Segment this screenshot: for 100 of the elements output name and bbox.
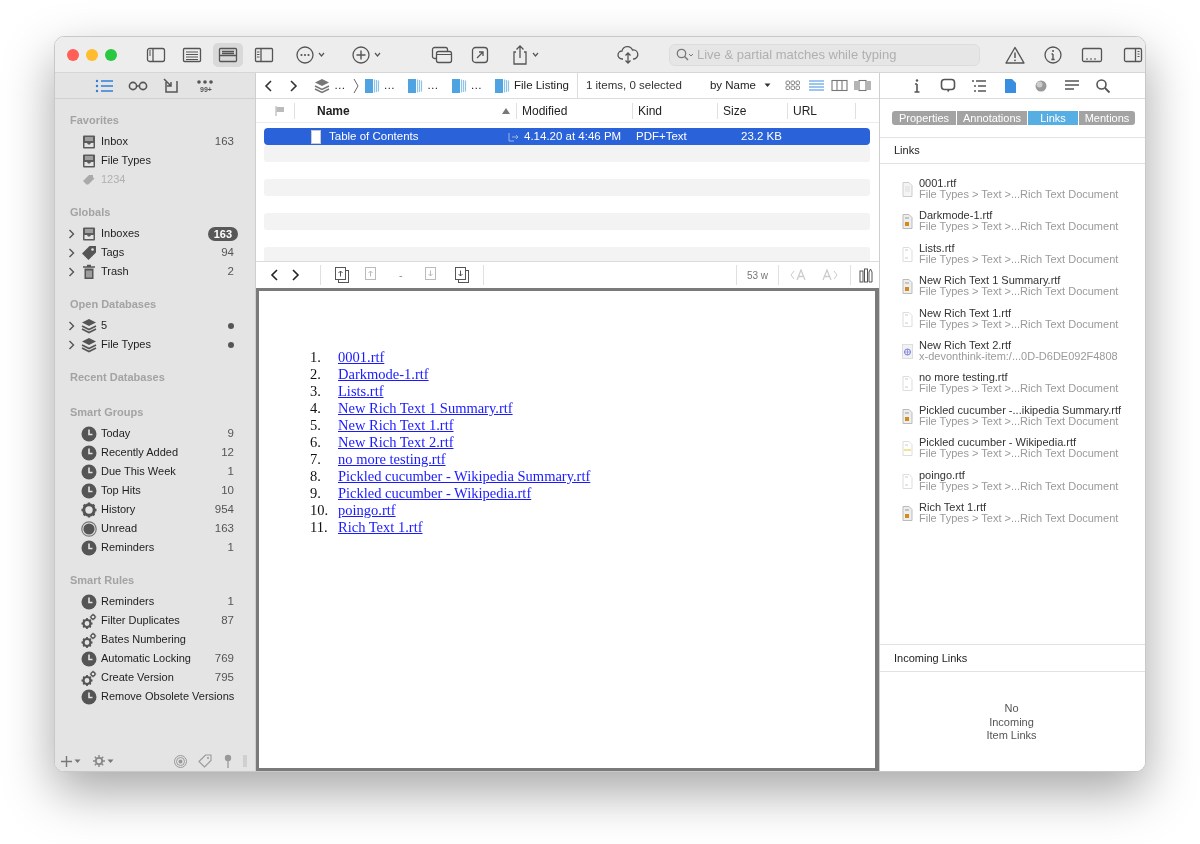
column-header[interactable]: Name bbox=[317, 101, 501, 120]
count: 2 bbox=[227, 263, 234, 279]
search-icon bbox=[676, 47, 694, 62]
sidebar-item[interactable]: Inboxes 163 bbox=[55, 224, 255, 243]
link-path: x-devonthink-item:/...0D-D6DE092F4808 bbox=[919, 350, 1118, 362]
link-path: File Types > Text >...Rich Text Document bbox=[919, 221, 1119, 233]
document-icon bbox=[902, 408, 913, 424]
sidebar-item[interactable]: Tags 94 bbox=[55, 243, 255, 262]
count: 87 bbox=[221, 612, 234, 628]
count: 163 bbox=[214, 520, 234, 536]
link-name: Lists.rtf bbox=[919, 241, 956, 254]
last-page-button[interactable] bbox=[454, 267, 469, 283]
sidebar-item[interactable]: Reminders 1 bbox=[55, 538, 255, 557]
path-item[interactable]: … bbox=[407, 75, 439, 96]
sidebar-item[interactable]: Trash 2 bbox=[55, 262, 255, 281]
link-item[interactable]: Rich Text 1.rtf File Types > Text >...Rich Text Document bbox=[902, 500, 1145, 524]
list-number: 10. bbox=[310, 500, 330, 520]
link-item[interactable]: New Rich Text 1 Summary.rtf File Types > Text >...Rich Text Document bbox=[902, 274, 1145, 298]
column-header[interactable]: Size bbox=[723, 101, 787, 120]
share-icon bbox=[511, 43, 529, 66]
clock-icon bbox=[81, 444, 97, 461]
path-item[interactable]: … bbox=[363, 75, 395, 96]
link-item[interactable]: no more testing.rtf File Types > Text >...Rich Text Document bbox=[902, 371, 1145, 395]
sidebar-item[interactable]: History 954 bbox=[55, 500, 255, 519]
link-path: File Types > Text >...Rich Text Document bbox=[919, 512, 1119, 524]
path-item[interactable]: … bbox=[450, 75, 482, 96]
column-header[interactable]: Kind bbox=[638, 101, 717, 120]
grid-icon bbox=[785, 78, 802, 93]
count: 12 bbox=[221, 444, 234, 460]
status-text: 1 items, 0 selected bbox=[585, 77, 682, 93]
sidebar-item[interactable]: File Types bbox=[55, 335, 255, 354]
path-item[interactable]: … bbox=[314, 75, 346, 96]
sidebar-item[interactable]: File Types bbox=[55, 151, 255, 170]
document-icon bbox=[902, 473, 913, 489]
clock-icon bbox=[81, 463, 97, 480]
disclosure-icon[interactable] bbox=[68, 339, 75, 350]
document-icon bbox=[311, 129, 321, 144]
sidebar-item[interactable]: Top Hits 10 bbox=[55, 481, 255, 500]
document-icon bbox=[902, 505, 913, 521]
link-item[interactable]: Pickled cucumber - Wikipedia.rtf File Types > Text >...Rich Text Document bbox=[902, 436, 1145, 460]
cover-view-button[interactable] bbox=[854, 78, 871, 93]
sidebar-icon bbox=[146, 45, 166, 64]
column-header[interactable]: URL bbox=[793, 101, 855, 120]
path-separator-icon bbox=[351, 77, 360, 94]
window-control-icon[interactable] bbox=[67, 48, 79, 61]
section-title: Smart Groups bbox=[69, 405, 145, 420]
table-row[interactable]: Table of Contents 4.14.20 at 4:46 PM PDF+Text 23.2 KB bbox=[264, 128, 870, 145]
split-view-button[interactable] bbox=[213, 42, 243, 67]
sidebar-item[interactable]: Filter Duplicates 87 bbox=[55, 611, 255, 630]
link-name: Rich Text 1.rtf bbox=[919, 500, 988, 513]
search-icon bbox=[1094, 77, 1111, 94]
widescreen-view-icon bbox=[254, 45, 274, 64]
tools-icon[interactable] bbox=[859, 267, 873, 283]
link-item[interactable]: 0001.rtf File Types > Text >...Rich Text Document bbox=[902, 177, 1145, 200]
more-icon bbox=[295, 44, 315, 65]
path-item[interactable]: File Listing bbox=[494, 75, 569, 96]
icons-view-button[interactable] bbox=[785, 78, 802, 93]
link-item[interactable]: Darkmode-1.rtf File Types > Text >...Rich Text Document bbox=[902, 209, 1145, 233]
sidebar-item[interactable]: Bates Numbering bbox=[55, 630, 255, 649]
disclosure-icon[interactable] bbox=[68, 266, 75, 277]
count: 1 bbox=[227, 593, 234, 609]
folder-icon bbox=[363, 77, 380, 94]
plus-icon bbox=[351, 44, 371, 65]
section-title: Incoming Links bbox=[894, 650, 968, 666]
link-item[interactable]: poingo.rtf File Types > Text >...Rich Text Document bbox=[902, 468, 1145, 492]
link-item[interactable]: New Rich Text 2.rtf x-devonthink-item:/...0D-D6DE092F4808 bbox=[902, 338, 1145, 362]
sidebar-item[interactable]: Reminders 1 bbox=[55, 592, 255, 611]
link-item[interactable]: New Rich Text 1.rtf File Types > Text >...Rich Text Document bbox=[902, 306, 1145, 330]
sidebar-item[interactable]: Today 9 bbox=[55, 424, 255, 443]
list-number: 2. bbox=[310, 364, 322, 384]
windows-icon bbox=[431, 45, 453, 64]
sort-menu[interactable]: by Name bbox=[709, 76, 771, 95]
sidebar-item[interactable]: 5 bbox=[55, 316, 255, 335]
add-button[interactable] bbox=[61, 755, 81, 767]
stack-icon bbox=[314, 77, 330, 94]
trash-icon bbox=[81, 263, 97, 280]
actions-button[interactable] bbox=[93, 755, 114, 767]
folder-icon bbox=[494, 77, 510, 94]
column-header[interactable]: Modified bbox=[522, 101, 632, 120]
folder-icon bbox=[450, 77, 467, 94]
sidebar-item[interactable]: Remove Obsolete Versions bbox=[55, 687, 255, 706]
sidebar-item[interactable]: Recently Added 12 bbox=[55, 443, 255, 462]
sidebar-item[interactable]: Create Version 795 bbox=[55, 668, 255, 687]
sidebar-item[interactable]: Unread 163 bbox=[55, 519, 255, 538]
cloud-icon bbox=[617, 44, 639, 65]
link-item[interactable]: Pickled cucumber -...ikipedia Summary.rtf File Types > Text >...Rich Text Document bbox=[902, 403, 1145, 427]
sidebar-item[interactable]: Automatic Locking 769 bbox=[55, 649, 255, 668]
count: 163 bbox=[207, 226, 238, 241]
count: 1 bbox=[227, 463, 234, 479]
first-page-button[interactable] bbox=[335, 267, 349, 283]
disclosure-icon[interactable] bbox=[68, 320, 75, 331]
disclosure-icon[interactable] bbox=[68, 247, 75, 258]
sidebar-item[interactable]: Due This Week 1 bbox=[55, 462, 255, 481]
link-item[interactable]: Lists.rtf File Types > Text >...Rich Text Document bbox=[902, 241, 1145, 265]
page-indicator: - bbox=[399, 267, 403, 283]
sidebar-item[interactable]: Inbox 163 bbox=[55, 132, 255, 151]
stack-icon bbox=[81, 317, 97, 334]
columns-view-button[interactable] bbox=[831, 78, 848, 93]
document-link[interactable]: poingo.rtf bbox=[338, 499, 396, 522]
disclosure-icon[interactable] bbox=[68, 228, 75, 239]
